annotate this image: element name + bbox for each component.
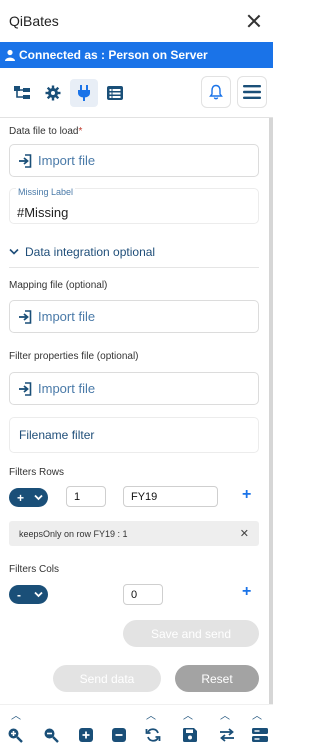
import-form: Data file to load* Import file Missing L… bbox=[0, 118, 273, 702]
hamburger-icon bbox=[243, 85, 261, 99]
chevron-up-icon[interactable]: ︿ bbox=[220, 707, 230, 722]
section-divider bbox=[9, 267, 259, 268]
data-integration-toggle[interactable]: Data integration optional bbox=[9, 238, 155, 266]
import-icon bbox=[19, 153, 32, 168]
missing-label-caption: Missing Label bbox=[16, 187, 76, 197]
notifications-button[interactable] bbox=[201, 76, 231, 108]
chevron-down-icon bbox=[9, 248, 19, 255]
cols-value-text: 0 bbox=[131, 588, 138, 601]
missing-label-value: #Missing bbox=[17, 205, 69, 220]
data-file-import[interactable]: Import file bbox=[9, 144, 259, 177]
menu-button[interactable] bbox=[237, 76, 267, 108]
collapse-icon[interactable] bbox=[111, 727, 127, 743]
filter-properties-import[interactable]: Import file bbox=[9, 372, 259, 405]
expand-icon[interactable] bbox=[78, 727, 94, 743]
chevron-down-icon bbox=[34, 591, 43, 598]
rows-index-value: 1 bbox=[74, 490, 81, 503]
rows-value-input[interactable]: FY19 bbox=[123, 486, 218, 507]
filename-filter-label: Filename filter bbox=[19, 428, 95, 442]
swap-icon[interactable] bbox=[219, 727, 235, 743]
send-data-button[interactable]: Send data bbox=[53, 665, 161, 692]
filter-chip: keepsOnly on row FY19 : 1 ✕ bbox=[9, 521, 259, 546]
chevron-up-icon[interactable]: ︿ bbox=[11, 707, 21, 722]
rows-index-input[interactable]: 1 bbox=[66, 486, 106, 507]
import-icon bbox=[19, 309, 32, 324]
data-file-label: Data file to load bbox=[9, 126, 79, 137]
bell-icon bbox=[209, 84, 223, 100]
zoom-out-icon[interactable] bbox=[43, 727, 59, 743]
rows-operator-value: + bbox=[17, 490, 25, 505]
bottom-toolbar: ︿ ︿ ︿ ︿ ︿ bbox=[0, 704, 273, 748]
add-col-filter-button[interactable]: + bbox=[242, 583, 251, 601]
person-icon bbox=[5, 49, 15, 61]
mapping-file-import[interactable]: Import file bbox=[9, 300, 259, 333]
refresh-icon[interactable] bbox=[145, 727, 161, 743]
reset-button[interactable]: Reset bbox=[175, 665, 259, 692]
plug-icon bbox=[78, 84, 90, 101]
filters-rows-label: Filters Rows bbox=[9, 467, 65, 478]
list-icon bbox=[107, 85, 123, 100]
app-title: QiBates bbox=[9, 13, 59, 29]
chip-close-icon[interactable]: ✕ bbox=[240, 527, 249, 540]
server-icon[interactable] bbox=[252, 727, 268, 743]
cols-operator-select[interactable]: - bbox=[9, 585, 48, 604]
close-icon[interactable] bbox=[245, 12, 263, 30]
import-file-label: Import file bbox=[38, 381, 96, 396]
save-icon[interactable] bbox=[182, 727, 198, 743]
rows-operator-select[interactable]: + bbox=[9, 488, 48, 507]
save-and-send-button[interactable]: Save and send bbox=[123, 620, 259, 647]
import-file-label: Import file bbox=[38, 153, 96, 168]
connection-banner: Connected as : Person on Server bbox=[0, 42, 273, 68]
filename-filter-field[interactable]: Filename filter bbox=[9, 417, 259, 453]
add-row-filter-button[interactable]: + bbox=[242, 486, 251, 504]
hierarchy-button[interactable] bbox=[8, 79, 36, 107]
import-icon bbox=[19, 381, 32, 396]
required-mark: * bbox=[78, 126, 83, 137]
filter-properties-label: Filter properties file (optional) bbox=[9, 351, 139, 362]
connection-text: Connected as : Person on Server bbox=[19, 48, 208, 62]
zoom-in-icon[interactable] bbox=[7, 727, 23, 743]
section-title: Data integration optional bbox=[25, 245, 156, 259]
filter-chip-text: keepsOnly on row FY19 : 1 bbox=[19, 528, 128, 539]
list-button[interactable] bbox=[101, 79, 129, 107]
missing-label-field[interactable]: Missing Label #Missing bbox=[9, 187, 259, 224]
rows-value-text: FY19 bbox=[131, 490, 158, 503]
connect-button[interactable] bbox=[70, 78, 98, 107]
title-bar: QiBates bbox=[0, 0, 273, 42]
toolbar bbox=[0, 68, 273, 118]
settings-button[interactable] bbox=[39, 79, 67, 107]
filters-cols-label: Filters Cols bbox=[9, 564, 60, 575]
mapping-file-label: Mapping file (optional) bbox=[9, 280, 108, 291]
gear-icon bbox=[45, 85, 61, 100]
chevron-up-icon[interactable]: ︿ bbox=[183, 707, 193, 722]
chevron-up-icon[interactable]: ︿ bbox=[146, 707, 156, 722]
cols-operator-value: - bbox=[17, 587, 21, 602]
cols-value-input[interactable]: 0 bbox=[123, 584, 163, 605]
chevron-down-icon bbox=[34, 494, 43, 501]
hierarchy-icon bbox=[14, 85, 30, 99]
import-file-label: Import file bbox=[38, 309, 96, 324]
chevron-up-icon[interactable]: ︿ bbox=[252, 707, 262, 722]
